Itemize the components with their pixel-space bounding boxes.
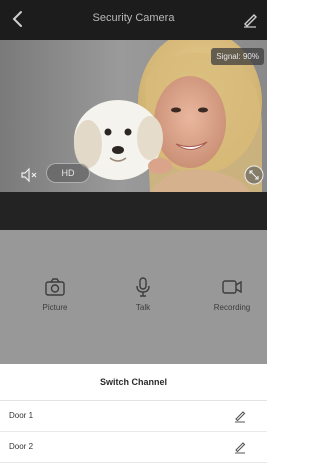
speaker-muted-icon[interactable] <box>20 166 38 184</box>
camera-icon <box>45 278 65 296</box>
recording-label: Recording <box>213 303 251 312</box>
fullscreen-icon[interactable] <box>244 165 264 185</box>
camera-video-feed[interactable]: Signal: 90% HD <box>0 40 267 192</box>
page-title: Security Camera <box>92 12 175 24</box>
channel-name: Door 1 <box>9 411 34 420</box>
camera-controls: Picture Talk Recording <box>0 230 267 364</box>
app-header: Security Camera <box>0 0 267 40</box>
pencil-icon[interactable] <box>233 409 247 423</box>
picture-button[interactable]: Picture <box>20 275 90 312</box>
microphone-icon <box>136 277 150 297</box>
video-camera-icon <box>222 280 242 294</box>
picture-label: Picture <box>42 303 68 312</box>
channel-name: Door 2 <box>9 442 34 451</box>
sheet-title: Switch Channel <box>0 364 267 401</box>
quality-toggle-button[interactable]: HD <box>46 163 90 183</box>
talk-label: Talk <box>135 303 151 312</box>
pencil-icon[interactable] <box>241 10 259 28</box>
switch-channel-sheet: Switch Channel Door 1 Door 2 <box>0 364 267 463</box>
pencil-icon[interactable] <box>233 440 247 454</box>
video-bottom-bar <box>0 192 267 230</box>
channel-item-door-2[interactable]: Door 2 <box>0 432 267 463</box>
recording-button[interactable]: Recording <box>197 275 267 312</box>
channel-item-door-1[interactable]: Door 1 <box>0 401 267 432</box>
talk-button[interactable]: Talk <box>108 275 178 312</box>
signal-strength-label: Signal: 90% <box>211 48 264 65</box>
